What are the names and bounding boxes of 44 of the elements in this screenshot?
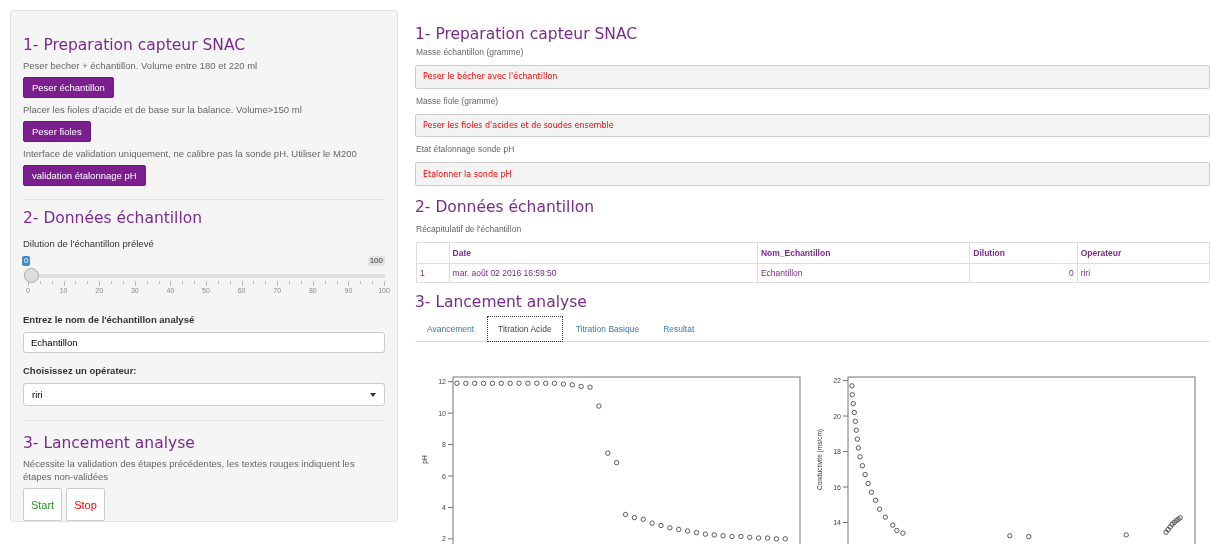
table-caption: Récapitulatif de l'échantillon: [416, 224, 523, 234]
control-button[interactable]: Stop: [66, 488, 105, 521]
tab[interactable]: Titration Basique: [564, 316, 651, 342]
section-heading: 3- Lancement analyse: [415, 292, 588, 312]
field-label: Masse échantillon (gramme): [416, 47, 525, 57]
field-label: Masse fiole (gramme): [416, 95, 500, 106]
action-button[interactable]: Peser échantillon: [23, 77, 114, 98]
instruction-text: Interface de validation uniquement, ne calibre pas la sonde pH. Utiliser le M200: [23, 147, 358, 160]
instruction-text: Peser becher + échantillon. Volume entre 180 et 220 ml: [23, 59, 259, 72]
slider-handle[interactable]: [24, 268, 39, 283]
field-label: Etat étalonnage sonde pH: [416, 144, 516, 155]
slider-max-badge: 100: [367, 256, 385, 266]
operator-dropdown[interactable]: riri: [23, 383, 385, 406]
caret-icon: [370, 392, 376, 397]
column-header: Date: [449, 242, 758, 264]
table-cell: Echantillon: [757, 263, 970, 283]
instruction-text: Placer les fioles d'acide et de base sur la balance. Volume>150 ml: [23, 103, 303, 116]
field-label: Entrez le nom de l'échantillon analysé: [23, 314, 196, 325]
table-cell: riri: [1077, 263, 1210, 283]
status-field: Peser les fioles d'acides et de soudes ensemble: [415, 113, 1210, 138]
section-heading: 3- Lancement analyse: [23, 433, 196, 453]
instruction-text: Nécessite la validation des étapes précédentes, les textes rouges indiquent les étapes non-validées: [23, 457, 356, 483]
column-header: Operateur: [1077, 242, 1210, 264]
table-cell: 0: [969, 263, 1078, 283]
tab[interactable]: Resultat: [652, 316, 706, 342]
tab[interactable]: Titration Acide: [487, 316, 563, 342]
table-cell: mar. août 02 2016 16:59:50: [449, 263, 758, 283]
slider-value-badge: 0: [22, 256, 31, 266]
column-header: Dilution: [969, 242, 1078, 264]
section-heading: 2- Données échantillon: [415, 197, 596, 217]
action-button[interactable]: validation étalonnage pH: [23, 165, 146, 186]
status-field: Etalonner la sonde pH: [415, 162, 1210, 186]
action-button[interactable]: Peser fioles: [23, 121, 91, 142]
tab[interactable]: Avancement: [416, 316, 486, 342]
row-number: 1: [416, 263, 450, 283]
section-heading: 1- Preparation capteur SNAC: [23, 35, 247, 55]
section-heading: 1- Preparation capteur SNAC: [415, 24, 639, 44]
section-heading: 2- Données échantillon: [23, 208, 204, 228]
column-header: Nom_Echantillon: [757, 242, 970, 264]
field-label: Choisissez un opérateur:: [23, 365, 138, 376]
field-label: Dilution de l'échantillon prélevé: [23, 238, 155, 249]
sample-name-field[interactable]: Echantillon: [23, 332, 385, 353]
control-button[interactable]: Start: [23, 488, 62, 521]
status-field: Peser le bécher avec l'échantillon: [415, 65, 1210, 89]
